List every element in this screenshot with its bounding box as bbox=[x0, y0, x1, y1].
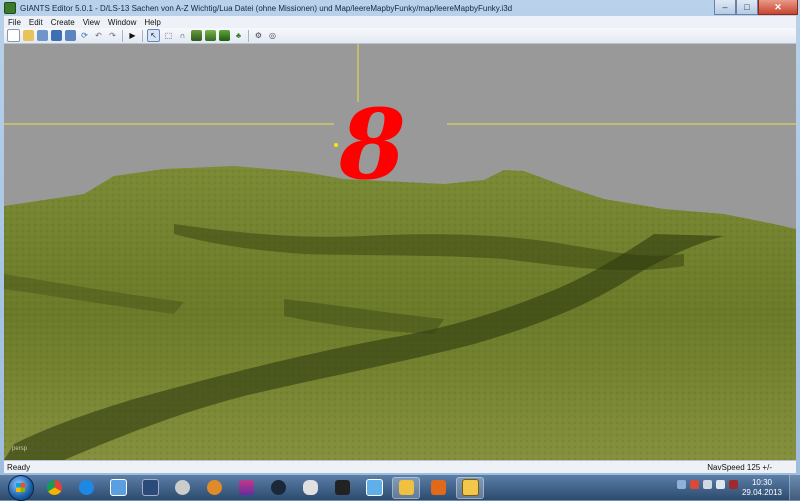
notepad-icon bbox=[334, 480, 350, 495]
show-desktop-button[interactable] bbox=[789, 475, 800, 500]
menu-help[interactable]: Help bbox=[140, 18, 164, 27]
minimize-button[interactable]: – bbox=[714, 0, 736, 15]
maximize-button[interactable]: □ bbox=[736, 0, 758, 15]
taskbar-explorer[interactable] bbox=[104, 477, 132, 499]
menu-bar: File Edit Create View Window Help bbox=[4, 16, 796, 28]
notepad-icon bbox=[365, 479, 383, 496]
camera-label: persp bbox=[12, 446, 28, 452]
toolbar-separator bbox=[248, 29, 249, 42]
tray-flag-icon[interactable] bbox=[690, 480, 699, 489]
close-button[interactable]: ✕ bbox=[758, 0, 798, 15]
menu-create[interactable]: Create bbox=[47, 18, 79, 27]
giants-editor-icon bbox=[4, 2, 16, 14]
chrome-icon bbox=[46, 480, 62, 495]
play-icon[interactable]: ▶ bbox=[127, 30, 138, 41]
terrain-scene: 8 bbox=[4, 44, 796, 460]
menu-window[interactable]: Window bbox=[104, 18, 140, 27]
tray-network-icon[interactable] bbox=[703, 480, 712, 489]
toolbar: ⟳ ↶ ↷ ▶ ↖ ⬚ ∩ ♣ ⚙ ◎ bbox=[4, 28, 796, 44]
nav-speed-readout: NavSpeed 125 +/- bbox=[707, 462, 772, 472]
status-bar: Ready NavSpeed 125 +/- bbox=[4, 460, 796, 473]
status-text: Ready bbox=[7, 462, 31, 472]
taskbar-clock[interactable]: 10:30 29.04.2013 bbox=[742, 478, 782, 498]
transform-gizmo[interactable]: 8 bbox=[338, 88, 406, 201]
tray-arrow-icon[interactable] bbox=[677, 480, 686, 489]
select-icon[interactable]: ↖ bbox=[147, 29, 160, 42]
taskbar-ie[interactable] bbox=[72, 477, 100, 499]
taskbar-gamepad[interactable] bbox=[296, 477, 324, 499]
folder-icon bbox=[398, 480, 414, 495]
taskbar-notepad[interactable] bbox=[360, 477, 388, 499]
windows-taskbar: 10:30 29.04.2013 bbox=[0, 474, 800, 501]
open-icon[interactable] bbox=[23, 30, 34, 41]
toolbar-separator bbox=[122, 29, 123, 42]
window-controls: – □ ✕ bbox=[714, 0, 798, 15]
taskbar-steam[interactable] bbox=[264, 477, 292, 499]
terrain-icon[interactable] bbox=[191, 30, 202, 41]
3d-viewport[interactable]: 8 persp bbox=[4, 44, 796, 460]
giants-editor-icon bbox=[461, 479, 479, 496]
save-icon[interactable] bbox=[51, 30, 62, 41]
ie-icon bbox=[78, 480, 94, 495]
refresh-icon[interactable]: ⟳ bbox=[79, 30, 90, 41]
tree-icon[interactable]: ♣ bbox=[233, 30, 244, 41]
mail-icon bbox=[430, 480, 446, 495]
taskbar-giants-editor[interactable] bbox=[456, 476, 484, 499]
clock-date: 29.04.2013 bbox=[741, 488, 782, 497]
redo-icon[interactable]: ↷ bbox=[107, 30, 118, 41]
tray-volume-icon[interactable] bbox=[716, 480, 725, 489]
menu-edit[interactable]: Edit bbox=[25, 18, 47, 27]
undo-icon[interactable]: ↶ bbox=[93, 30, 104, 41]
settings-icon[interactable]: ⚙ bbox=[253, 30, 264, 41]
system-tray bbox=[673, 480, 738, 489]
title-bar[interactable]: GIANTS Editor 5.0.1 - D/LS-13 Sachen von… bbox=[0, 0, 800, 16]
gamepad-icon bbox=[302, 480, 318, 495]
media-player-icon bbox=[206, 480, 222, 495]
import-icon[interactable] bbox=[37, 30, 48, 41]
taskbar-puzzle[interactable] bbox=[168, 477, 196, 499]
taskbar-winrar[interactable] bbox=[232, 477, 260, 499]
taskbar-folder[interactable] bbox=[392, 476, 420, 499]
clock-time: 10:30 bbox=[751, 478, 772, 487]
tray-app-icon[interactable] bbox=[729, 480, 738, 489]
window-title: GIANTS Editor 5.0.1 - D/LS-13 Sachen von… bbox=[20, 3, 513, 13]
move-icon[interactable]: ⬚ bbox=[163, 30, 174, 41]
winrar-icon bbox=[238, 480, 254, 495]
paint-icon[interactable]: ∩ bbox=[177, 30, 188, 41]
taskbar-game[interactable] bbox=[328, 477, 356, 499]
taskbar-chrome[interactable] bbox=[40, 477, 68, 499]
steam-icon bbox=[270, 480, 286, 495]
foliage-icon[interactable] bbox=[205, 30, 216, 41]
menu-view[interactable]: View bbox=[79, 18, 104, 27]
explorer-icon bbox=[109, 479, 127, 496]
toolbar-separator bbox=[142, 29, 143, 42]
save-as-icon[interactable] bbox=[65, 30, 76, 41]
taskbar-media[interactable] bbox=[200, 477, 228, 499]
monitor-icon bbox=[141, 479, 159, 496]
new-icon[interactable] bbox=[7, 29, 20, 42]
menu-file[interactable]: File bbox=[4, 18, 25, 27]
pivot-point bbox=[334, 143, 338, 147]
target-icon[interactable]: ◎ bbox=[267, 30, 278, 41]
puzzle-icon bbox=[174, 480, 190, 495]
start-button[interactable] bbox=[8, 474, 34, 501]
taskbar-monitor[interactable] bbox=[136, 477, 164, 499]
taskbar-mail[interactable] bbox=[424, 477, 452, 499]
app-window: GIANTS Editor 5.0.1 - D/LS-13 Sachen von… bbox=[0, 0, 800, 475]
grass-icon[interactable] bbox=[219, 30, 230, 41]
